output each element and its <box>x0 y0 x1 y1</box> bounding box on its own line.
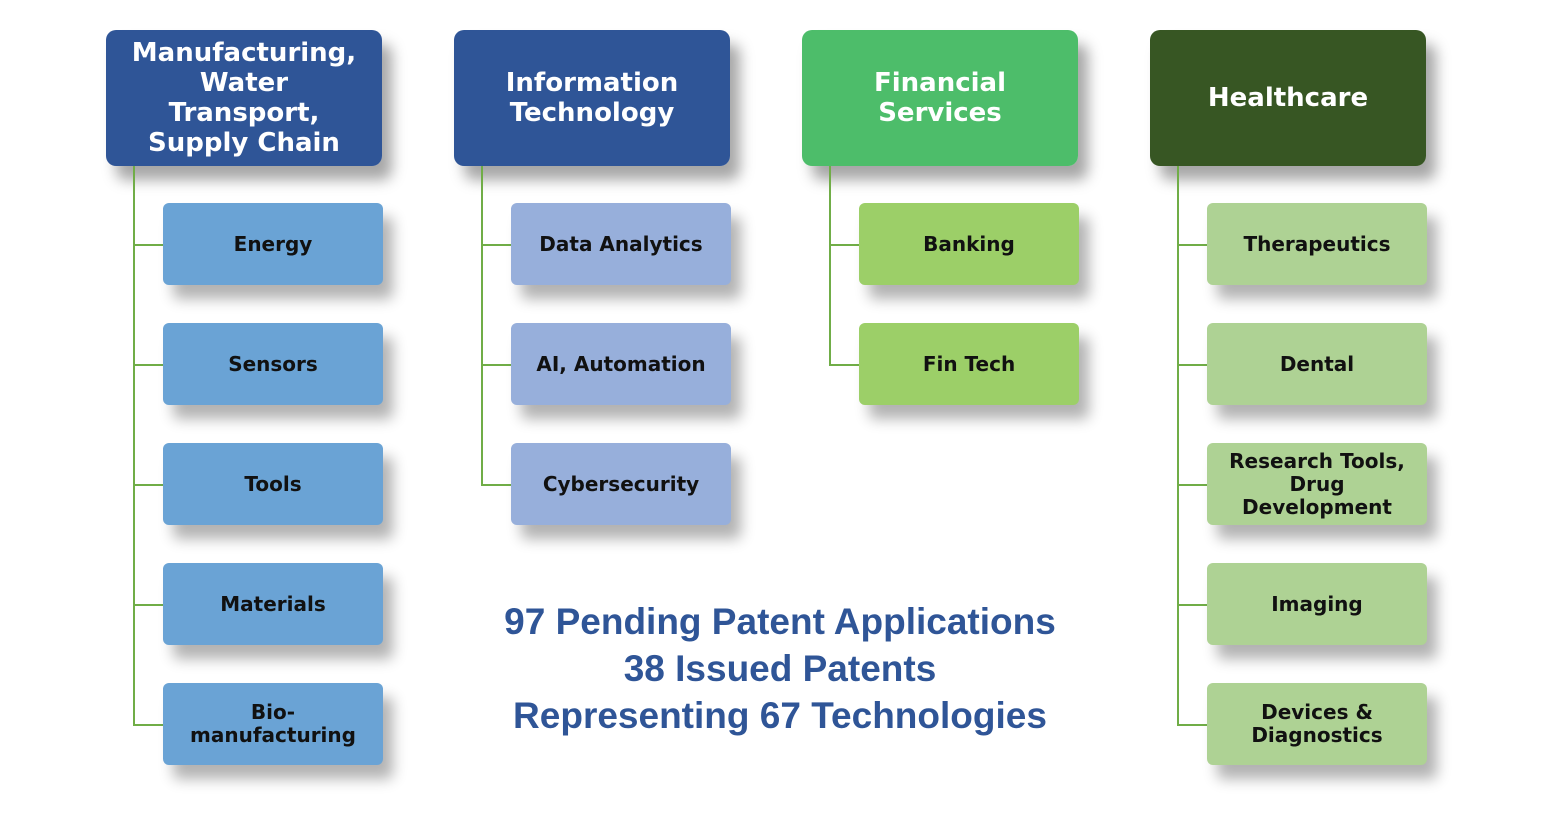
subcategory-label: Tools <box>244 471 302 496</box>
category-title: Healthcare <box>1207 83 1369 113</box>
subcategory-box: Research Tools, Drug Development <box>1207 443 1427 525</box>
connector-horizontal <box>133 604 163 606</box>
subcategory-box: Materials <box>163 563 383 645</box>
connector-vertical <box>829 166 831 364</box>
subcategory-label: Cybersecurity <box>542 471 700 496</box>
connector-horizontal <box>133 364 163 366</box>
subcategory-label: Fin Tech <box>922 351 1016 376</box>
subcategory-label: Imaging <box>1271 591 1363 616</box>
technologies-count-text: Representing 67 Technologies <box>513 695 1047 736</box>
category-column: Healthcare Therapeutics Dental Research Too… <box>1150 0 1510 818</box>
subcategory-box: Data Analytics <box>511 203 731 285</box>
category-title: Information Technology <box>505 68 679 128</box>
connector-horizontal <box>133 244 163 246</box>
subcategory-box: Cybersecurity <box>511 443 731 525</box>
subcategory-box: Imaging <box>1207 563 1427 645</box>
connector-vertical <box>133 166 135 724</box>
connector-horizontal <box>1177 244 1207 246</box>
subcategory-box: Bio- manufacturing <box>163 683 383 765</box>
connector-horizontal <box>829 244 859 246</box>
subcategory-label: Research Tools, Drug Development <box>1229 448 1405 519</box>
connector-horizontal <box>133 484 163 486</box>
connector-horizontal <box>481 244 511 246</box>
category-header: Information Technology <box>454 30 730 166</box>
patent-summary: 97 Pending Patent Applications 38 Issued… <box>440 598 1120 739</box>
category-column: Manufacturing, Water Transport, Supply C… <box>106 0 466 818</box>
category-header: Financial Services <box>802 30 1078 166</box>
subcategory-box: Energy <box>163 203 383 285</box>
subcategory-label: Materials <box>220 591 326 616</box>
subcategory-label: Bio- manufacturing <box>190 700 356 747</box>
subcategory-box: Sensors <box>163 323 383 405</box>
connector-vertical <box>481 166 483 484</box>
subcategory-label: Sensors <box>228 351 318 376</box>
subcategory-label: Dental <box>1279 351 1355 376</box>
subcategory-label: Banking <box>923 231 1015 256</box>
subcategory-box: Fin Tech <box>859 323 1079 405</box>
subcategory-label: Devices & Diagnostics <box>1251 700 1383 747</box>
connector-horizontal <box>1177 364 1207 366</box>
category-header: Healthcare <box>1150 30 1426 166</box>
subcategory-box: Dental <box>1207 323 1427 405</box>
category-title: Manufacturing, Water Transport, Supply C… <box>131 38 357 158</box>
pending-applications-text: 97 Pending Patent Applications <box>504 601 1056 642</box>
subcategory-label: AI, Automation <box>536 351 706 376</box>
category-header: Manufacturing, Water Transport, Supply C… <box>106 30 382 166</box>
subcategory-box: Therapeutics <box>1207 203 1427 285</box>
connector-horizontal <box>1177 484 1207 486</box>
connector-horizontal <box>133 724 163 726</box>
subcategory-label: Energy <box>233 231 313 256</box>
connector-horizontal <box>1177 724 1207 726</box>
subcategory-box: Devices & Diagnostics <box>1207 683 1427 765</box>
subcategory-box: Banking <box>859 203 1079 285</box>
subcategory-box: Tools <box>163 443 383 525</box>
subcategory-label: Therapeutics <box>1243 231 1391 256</box>
connector-horizontal <box>481 364 511 366</box>
connector-horizontal <box>829 364 859 366</box>
connector-vertical <box>1177 166 1179 724</box>
subcategory-label: Data Analytics <box>539 231 703 256</box>
connector-horizontal <box>1177 604 1207 606</box>
category-title: Financial Services <box>873 68 1007 128</box>
subcategory-box: AI, Automation <box>511 323 731 405</box>
issued-patents-text: 38 Issued Patents <box>623 648 937 689</box>
connector-horizontal <box>481 484 511 486</box>
